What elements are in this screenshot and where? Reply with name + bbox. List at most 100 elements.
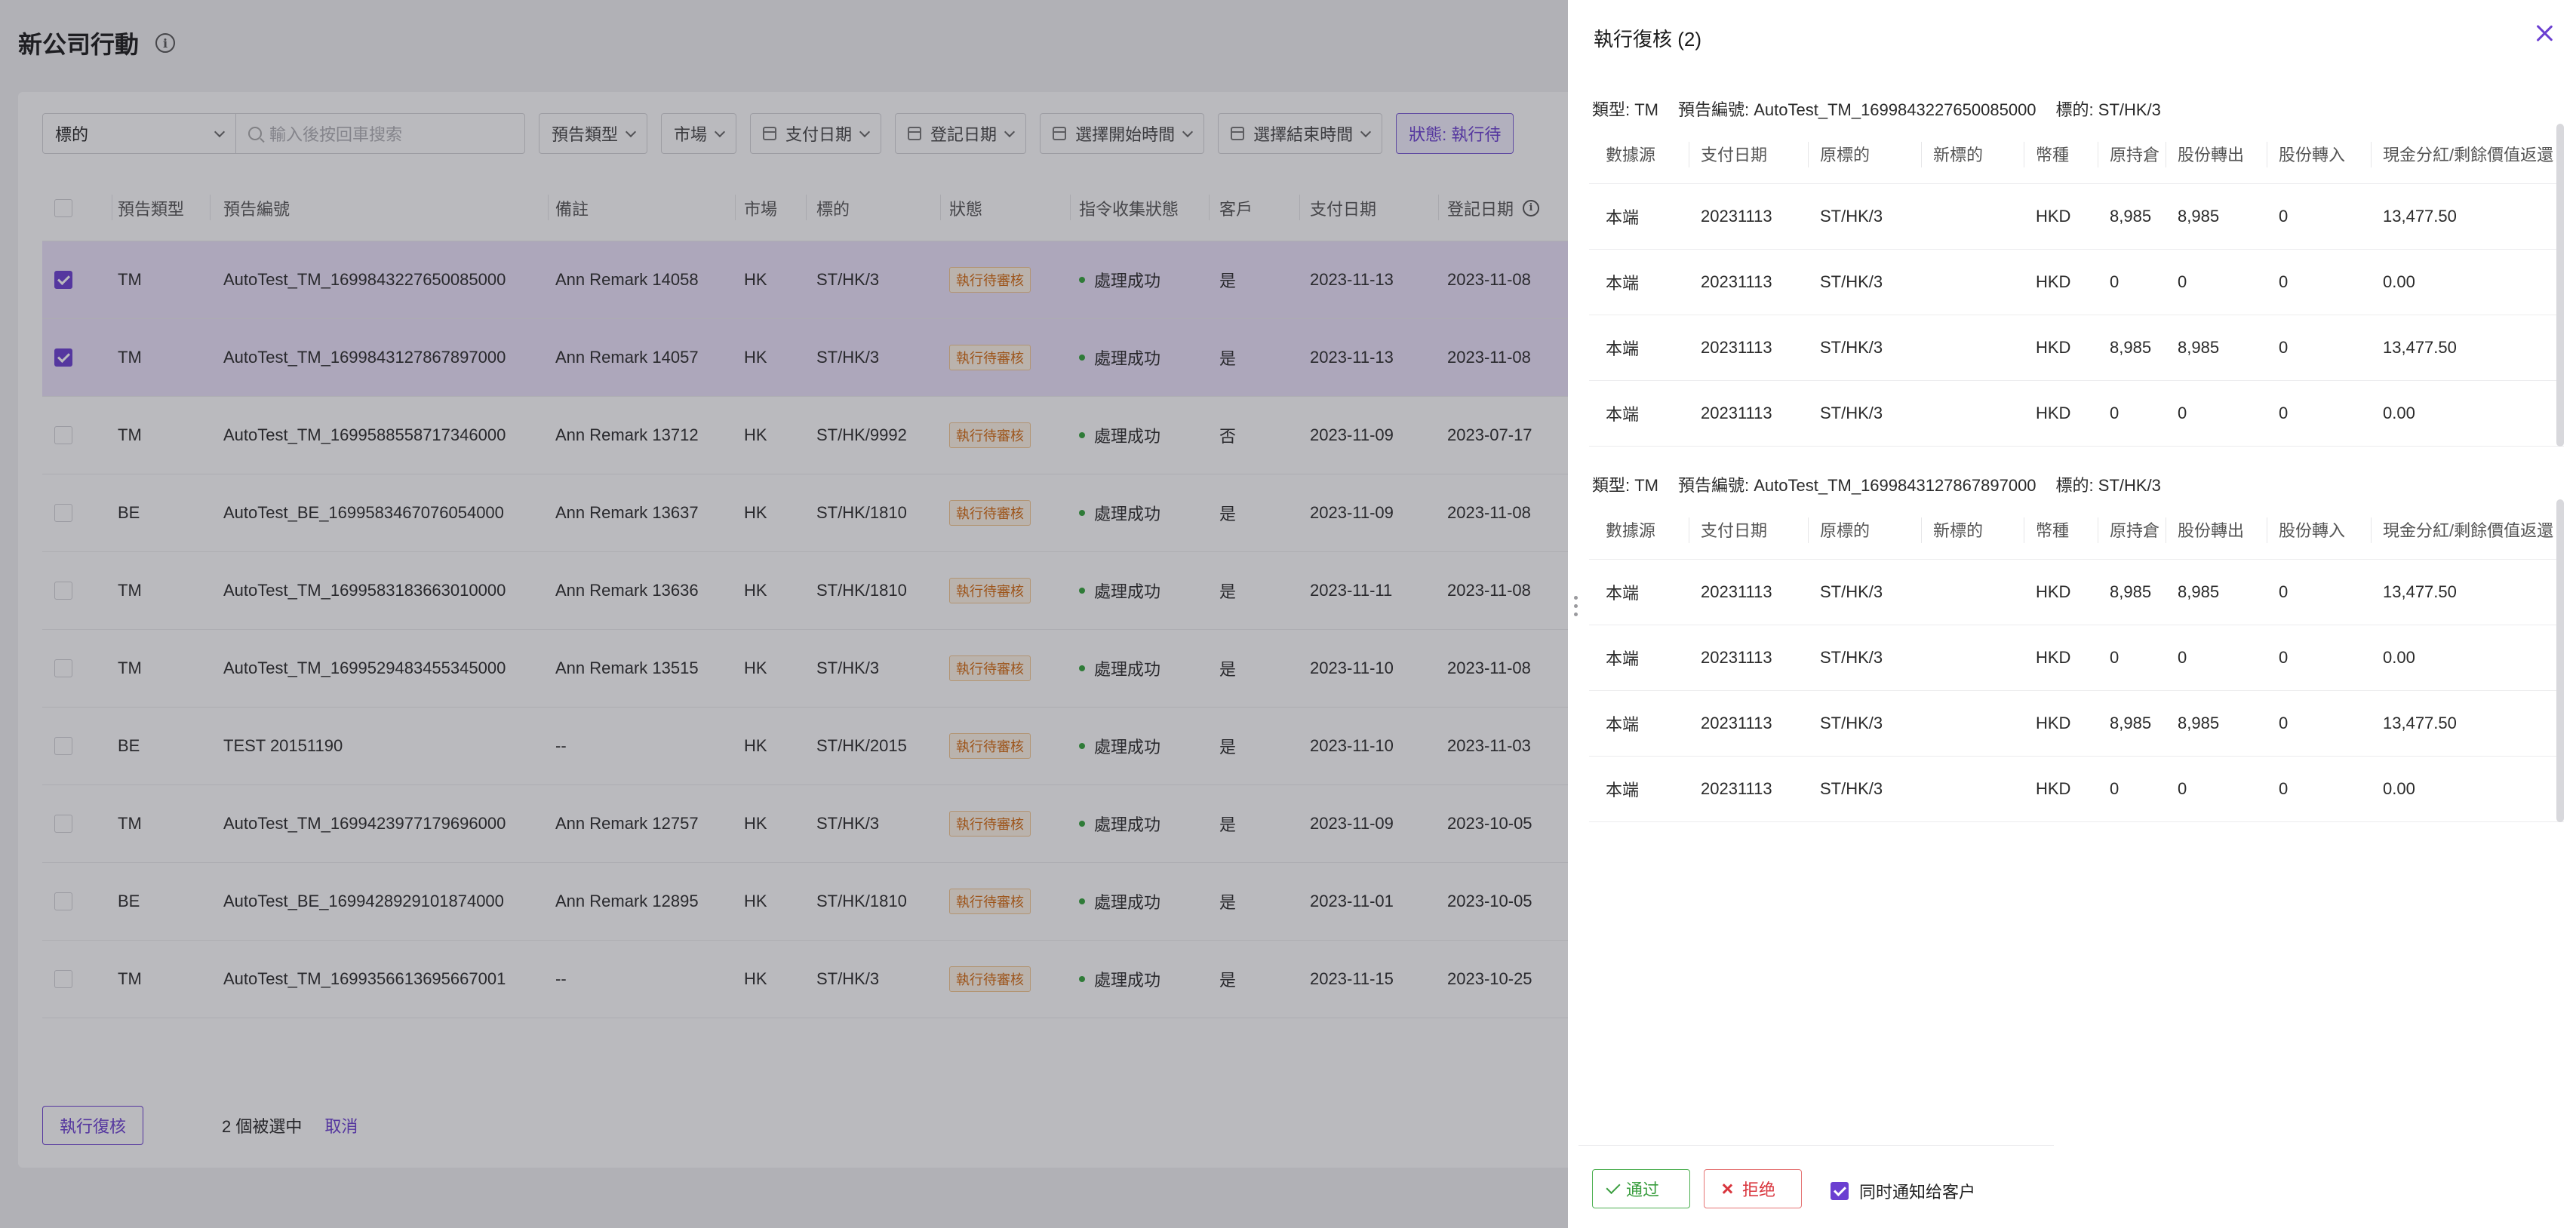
col-new-symbol: 新標的 <box>1933 520 1984 540</box>
cell-shares-in: 0 <box>2279 404 2289 422</box>
col-currency: 幣種 <box>2036 145 2070 164</box>
reject-label: 拒绝 <box>1742 1180 1776 1199</box>
cell-pay-date: 20231113 <box>1701 404 1772 422</box>
cell-shares-in: 0 <box>2279 207 2289 226</box>
cell-currency: HKD <box>2036 582 2071 601</box>
cell-shares-out: 8,985 <box>2178 582 2220 601</box>
cell-shares-out: 0 <box>2178 779 2187 798</box>
cell-cash-dividend: 0.00 <box>2383 648 2415 667</box>
col-orig-symbol: 原標的 <box>1820 145 1871 164</box>
modal-overlay[interactable] <box>0 0 1568 1228</box>
cell-cash-dividend: 0.00 <box>2383 779 2415 798</box>
scrollbar[interactable] <box>2556 124 2564 447</box>
detail-row: 本端 20231113 ST/HK/3 HKD 8,985 8,985 0 13,477.50 <box>1589 184 2564 250</box>
cell-orig-position: 8,985 <box>2110 207 2152 226</box>
cell-orig-symbol: ST/HK/3 <box>1820 404 1883 422</box>
cell-cash-dividend: 13,477.50 <box>2383 338 2457 357</box>
handle-dot <box>1574 596 1578 600</box>
drag-handle[interactable] <box>1574 596 1578 616</box>
col-pay-date: 支付日期 <box>1701 520 1768 540</box>
group-symbol: 標的: ST/HK/3 <box>2055 476 2161 495</box>
cell-shares-in: 0 <box>2279 582 2289 601</box>
cell-cash-dividend: 0.00 <box>2383 272 2415 291</box>
column-divider <box>2371 517 2372 543</box>
group-type: 類型: TM <box>1592 100 1658 119</box>
column-divider <box>1921 517 1922 543</box>
cell-shares-out: 8,985 <box>2178 207 2220 226</box>
column-divider <box>2371 142 2372 167</box>
detail-row: 本端 20231113 ST/HK/3 HKD 0 0 0 0.00 <box>1589 757 2564 822</box>
close-icon[interactable] <box>2532 21 2556 45</box>
cell-cash-dividend: 0.00 <box>2383 404 2415 422</box>
detail-row: 本端 20231113 ST/HK/3 HKD 0 0 0 0.00 <box>1589 381 2564 447</box>
review-detail-table: 數據源 支付日期 原標的 新標的 幣種 原持倉 股份轉出 股份轉入 現金分紅/剩餘價值返還 本端 2… <box>1589 124 2564 447</box>
cell-currency: HKD <box>2036 714 2071 732</box>
col-orig-position: 原持倉 <box>2110 145 2160 164</box>
group-id: 預告編號: AutoTest_TM_1699843227650085000 <box>1678 100 2037 119</box>
pass-button[interactable]: 通过 <box>1592 1169 1690 1208</box>
cell-shares-out: 0 <box>2178 404 2187 422</box>
column-divider <box>1921 142 1922 167</box>
col-shares-out: 股份轉出 <box>2178 520 2245 540</box>
cell-cash-dividend: 13,477.50 <box>2383 582 2457 601</box>
detail-row: 本端 20231113 ST/HK/3 HKD 0 0 0 0.00 <box>1589 625 2564 691</box>
cell-shares-out: 0 <box>2178 272 2187 291</box>
check-icon <box>1606 1179 1621 1194</box>
cell-orig-symbol: ST/HK/3 <box>1820 714 1883 732</box>
cell-orig-position: 0 <box>2110 648 2120 667</box>
group-symbol: 標的: ST/HK/3 <box>2055 100 2161 119</box>
cell-source: 本端 <box>1606 715 1640 734</box>
cell-orig-symbol: ST/HK/3 <box>1820 272 1883 291</box>
footer-divider <box>1578 1145 2054 1146</box>
detail-row: 本端 20231113 ST/HK/3 HKD 0 0 0 0.00 <box>1589 250 2564 315</box>
cell-orig-symbol: ST/HK/3 <box>1820 648 1883 667</box>
detail-row: 本端 20231113 ST/HK/3 HKD 8,985 8,985 0 13,477.50 <box>1589 315 2564 381</box>
cell-shares-in: 0 <box>2279 648 2289 667</box>
cell-orig-position: 0 <box>2110 272 2120 291</box>
cell-source: 本端 <box>1606 781 1640 800</box>
cell-cash-dividend: 13,477.50 <box>2383 714 2457 732</box>
notify-checkbox[interactable] <box>1831 1182 1849 1200</box>
drawer-title: 執行復核 (2) <box>1594 28 1702 51</box>
notify-label: 同时通知给客户 <box>1859 1183 1976 1202</box>
cell-source: 本端 <box>1606 339 1640 358</box>
column-divider <box>1808 517 1809 543</box>
col-source: 數據源 <box>1606 520 1656 540</box>
col-cash-dividend: 現金分紅/剩餘價值返還 <box>2383 145 2554 164</box>
cell-currency: HKD <box>2036 404 2071 422</box>
group-header: 類型: TM 預告編號: AutoTest_TM_1699843127867897… <box>1592 472 2181 496</box>
col-shares-in: 股份轉入 <box>2279 520 2346 540</box>
col-currency: 幣種 <box>2036 520 2070 540</box>
cell-currency: HKD <box>2036 779 2071 798</box>
cell-source: 本端 <box>1606 274 1640 293</box>
col-cash-dividend: 現金分紅/剩餘價值返還 <box>2383 520 2554 540</box>
cell-currency: HKD <box>2036 338 2071 357</box>
cell-currency: HKD <box>2036 272 2071 291</box>
reject-button[interactable]: 拒绝 <box>1704 1169 1802 1208</box>
col-shares-in: 股份轉入 <box>2279 145 2346 164</box>
scrollbar[interactable] <box>2556 499 2564 822</box>
cell-orig-symbol: ST/HK/3 <box>1820 779 1883 798</box>
cell-pay-date: 20231113 <box>1701 582 1772 601</box>
group-id: 預告編號: AutoTest_TM_1699843127867897000 <box>1678 476 2037 495</box>
cell-shares-out: 8,985 <box>2178 714 2220 732</box>
col-new-symbol: 新標的 <box>1933 145 1984 164</box>
group-header: 類型: TM 預告編號: AutoTest_TM_1699843227650085… <box>1592 97 2181 121</box>
handle-dot <box>1574 612 1578 616</box>
cell-orig-symbol: ST/HK/3 <box>1820 582 1883 601</box>
cell-shares-in: 0 <box>2279 714 2289 732</box>
review-detail-table: 數據源 支付日期 原標的 新標的 幣種 原持倉 股份轉出 股份轉入 現金分紅/剩餘價值返還 本端 2… <box>1589 499 2564 822</box>
cell-currency: HKD <box>2036 207 2071 226</box>
cell-source: 本端 <box>1606 405 1640 424</box>
cell-currency: HKD <box>2036 648 2071 667</box>
cell-pay-date: 20231113 <box>1701 714 1772 732</box>
col-pay-date: 支付日期 <box>1701 145 1768 164</box>
notify-client-option[interactable]: 同时通知给客户 <box>1831 1179 1975 1203</box>
cell-shares-out: 0 <box>2178 648 2187 667</box>
col-shares-out: 股份轉出 <box>2178 145 2245 164</box>
detail-table-header: 數據源 支付日期 原標的 新標的 幣種 原持倉 股份轉出 股份轉入 現金分紅/剩餘價值返還 <box>1589 499 2564 560</box>
pass-label: 通过 <box>1626 1180 1660 1199</box>
cell-source: 本端 <box>1606 208 1640 227</box>
cell-source: 本端 <box>1606 584 1640 603</box>
detail-row: 本端 20231113 ST/HK/3 HKD 8,985 8,985 0 13,477.50 <box>1589 691 2564 757</box>
